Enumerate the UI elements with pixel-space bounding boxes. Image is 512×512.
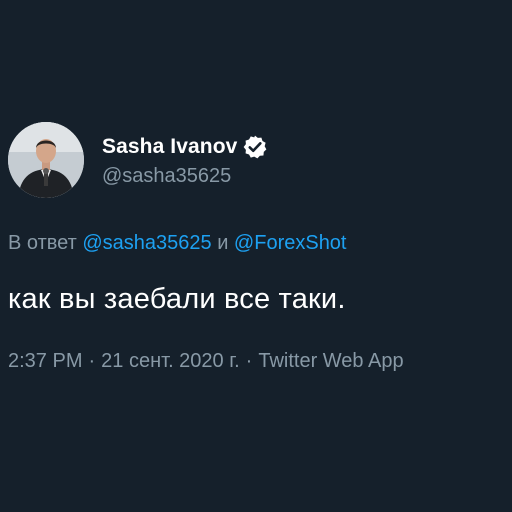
avatar[interactable]	[8, 122, 84, 198]
tweet-header: Sasha Ivanov @sasha35625	[8, 122, 268, 198]
author-names: Sasha Ivanov @sasha35625	[102, 133, 268, 188]
meta-separator-2: ·	[245, 350, 253, 372]
tweet-date[interactable]: 21 сент. 2020 г.	[101, 350, 240, 372]
name-row: Sasha Ivanov	[102, 133, 268, 161]
avatar-photo	[8, 122, 84, 198]
tweet-time[interactable]: 2:37 PM	[8, 350, 82, 372]
reply-mention-link-2[interactable]: @ForexShot	[234, 232, 347, 254]
tweet-source[interactable]: Twitter Web App	[258, 350, 403, 372]
tweet-meta: 2:37 PM · 21 сент. 2020 г. · Twitter Web App	[8, 350, 404, 373]
verified-badge-icon	[242, 134, 268, 160]
meta-separator: ·	[88, 350, 96, 372]
reply-conjunction: и	[217, 232, 229, 254]
author-display-name[interactable]: Sasha Ivanov	[102, 135, 237, 159]
tweet-text: как вы заебали все таки.	[8, 283, 346, 315]
reply-context: В ответ @sasha35625 и @ForexShot	[8, 232, 347, 255]
tweet-card: Sasha Ivanov @sasha35625 В ответ @sasha3…	[0, 0, 512, 512]
reply-mention-link[interactable]: @sasha35625	[82, 232, 211, 254]
reply-prefix: В ответ	[8, 232, 77, 254]
author-handle[interactable]: @sasha35625	[102, 165, 268, 188]
